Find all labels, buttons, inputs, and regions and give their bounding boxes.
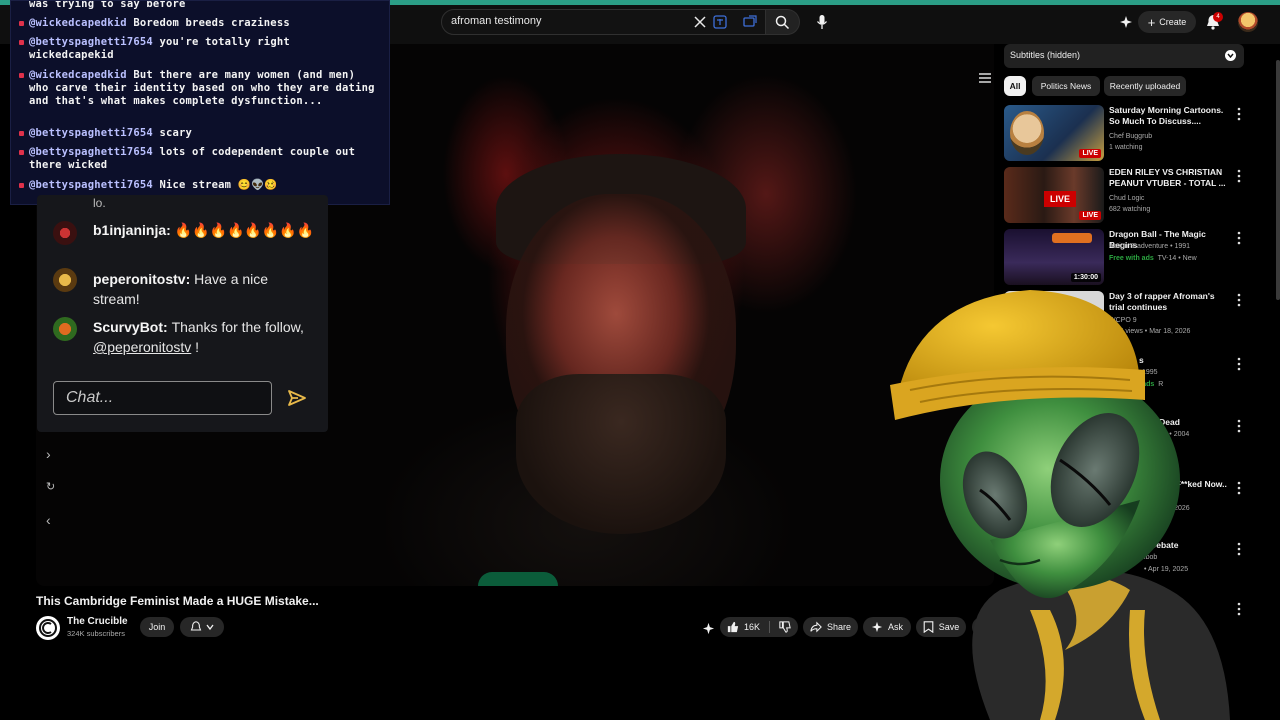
chip-recently-uploaded[interactable]: Recently uploaded	[1104, 76, 1186, 96]
translate-icon[interactable]	[710, 12, 730, 32]
chat-line: @bettyspaghetti7654 scary	[29, 127, 193, 139]
microphone-icon[interactable]	[812, 12, 832, 32]
channel-logo[interactable]	[36, 616, 60, 640]
alien-avatar	[890, 290, 1230, 720]
chat-input[interactable]: Chat...	[53, 381, 272, 415]
chat-partial: lo.	[93, 196, 106, 210]
rec-meta: 1 watching	[1109, 144, 1143, 151]
share-icon	[810, 621, 822, 633]
chevron-left-icon[interactable]: ‹	[46, 512, 51, 528]
create-label: Create	[1159, 17, 1187, 27]
chat-overlay: was trying to say before @wickedcapedkid…	[10, 0, 390, 205]
chevron-down-icon	[1225, 50, 1236, 61]
mention-link[interactable]: @peperonitostv	[93, 339, 191, 355]
bot-avatar	[53, 317, 77, 341]
chat-bullet-icon	[19, 131, 24, 136]
chevron-down-icon	[206, 624, 214, 631]
recommended-video[interactable]: LIVE Saturday Morning Cartoons. So Much …	[1004, 105, 1244, 161]
share-label: Share	[826, 622, 852, 632]
like-dislike-group: 16K	[720, 617, 798, 637]
share-button[interactable]: Share	[803, 617, 858, 637]
more-vertical-icon[interactable]	[1236, 107, 1242, 121]
rec-title: EDEN RILEY VS CHRISTIAN PEANUT VTUBER - …	[1109, 167, 1226, 188]
video-subject-beard	[516, 374, 726, 534]
join-button[interactable]: Join	[140, 617, 174, 637]
chevron-right-icon[interactable]: ›	[46, 446, 51, 462]
search-button[interactable]	[766, 9, 800, 35]
chat-message: ScurvyBot: Thanks for the follow, @peper…	[93, 319, 304, 355]
live-badge: LIVE	[1079, 211, 1101, 220]
divider	[769, 621, 770, 633]
video-title: This Cambridge Feminist Made a HUGE Mist…	[36, 594, 319, 608]
chat-bullet-icon	[19, 183, 24, 188]
title-art	[1052, 233, 1092, 243]
video-thumbnail: LIVE	[1004, 105, 1104, 161]
microphone-glow	[478, 572, 558, 586]
user-avatar	[53, 268, 77, 292]
like-button[interactable]: 16K	[727, 621, 760, 633]
subscribe-bell-button[interactable]	[180, 617, 224, 637]
chat-line: was trying to say before	[29, 0, 186, 10]
live-graphic: LIVE	[1044, 191, 1076, 207]
recommended-video[interactable]: LIVE LIVE EDEN RILEY VS CHRISTIAN PEANUT…	[1004, 167, 1244, 223]
more-vertical-icon[interactable]	[1236, 169, 1242, 183]
chat-line: @bettyspaghetti7654 lots of codependent …	[29, 146, 356, 171]
chat-widget: lo. b1injaninja: 🔥🔥🔥🔥🔥🔥🔥🔥 peperonitostv:…	[37, 195, 328, 432]
send-icon[interactable]	[287, 388, 307, 408]
duration-badge: 1:30:00	[1070, 273, 1101, 282]
avatar[interactable]	[1238, 12, 1258, 32]
bell-icon	[190, 621, 202, 631]
live-badge: LIVE	[1079, 149, 1101, 158]
video-thumbnail: LIVE LIVE	[1004, 167, 1104, 223]
create-button[interactable]: + Create	[1138, 11, 1196, 33]
channel-name[interactable]: The Crucible	[67, 616, 128, 627]
rec-meta: Free with ads TV-14 • New	[1109, 255, 1197, 262]
hamburger-icon[interactable]	[978, 72, 992, 84]
subtitles-label: Subtitles (hidden)	[1010, 50, 1081, 60]
video-thumbnail: 1:30:00	[1004, 229, 1104, 285]
refresh-icon[interactable]: ↻	[46, 480, 55, 493]
chip-politics-news[interactable]: Politics News	[1032, 76, 1100, 96]
chat-line: @wickedcapedkid But there are many women…	[29, 69, 375, 107]
scrollbar[interactable]	[1276, 60, 1280, 300]
chat-line: @bettyspaghetti7654 you're totally right…	[29, 36, 290, 61]
notification-badge: 4	[1213, 12, 1223, 22]
chat-line: @wickedcapedkid Boredom breeds craziness	[29, 17, 290, 29]
more-vertical-icon[interactable]	[1236, 231, 1242, 245]
subtitles-dropdown[interactable]: Subtitles (hidden)	[1004, 44, 1244, 68]
chat-message: peperonitostv: Have a nice stream!	[93, 271, 269, 307]
chat-bullet-icon	[19, 73, 24, 78]
subscriber-count: 324K subscribers	[67, 629, 125, 638]
user-avatar	[53, 221, 77, 245]
recommended-video[interactable]: 1:30:00 Dragon Ball - The Magic Begins A…	[1004, 229, 1244, 285]
extension-icon[interactable]	[740, 12, 760, 32]
chip-all[interactable]: All	[1004, 76, 1026, 96]
rec-title: Saturday Morning Cartoons. So Much To Di…	[1109, 105, 1224, 126]
thumbs-down-icon[interactable]	[779, 621, 791, 633]
sparkle-icon[interactable]	[1116, 12, 1136, 32]
chat-bullet-icon	[19, 40, 24, 45]
sparkle-icon[interactable]	[698, 618, 718, 638]
thumbs-up-icon	[727, 621, 739, 633]
search-icon	[775, 15, 790, 30]
chat-bullet-icon	[19, 150, 24, 155]
rec-meta: 682 watching	[1109, 206, 1151, 213]
plus-icon: +	[1147, 14, 1156, 30]
chat-line: @bettyspaghetti7654 Nice stream 😊👽🥴	[29, 179, 278, 191]
chat-message: b1injaninja: 🔥🔥🔥🔥🔥🔥🔥🔥	[93, 222, 315, 238]
like-count: 16K	[743, 622, 760, 632]
chat-bullet-icon	[19, 21, 24, 26]
search-query[interactable]: afroman testimony	[451, 15, 541, 27]
rec-channel: Action & adventure • 1991	[1109, 243, 1191, 250]
clear-search-icon[interactable]	[690, 12, 710, 32]
